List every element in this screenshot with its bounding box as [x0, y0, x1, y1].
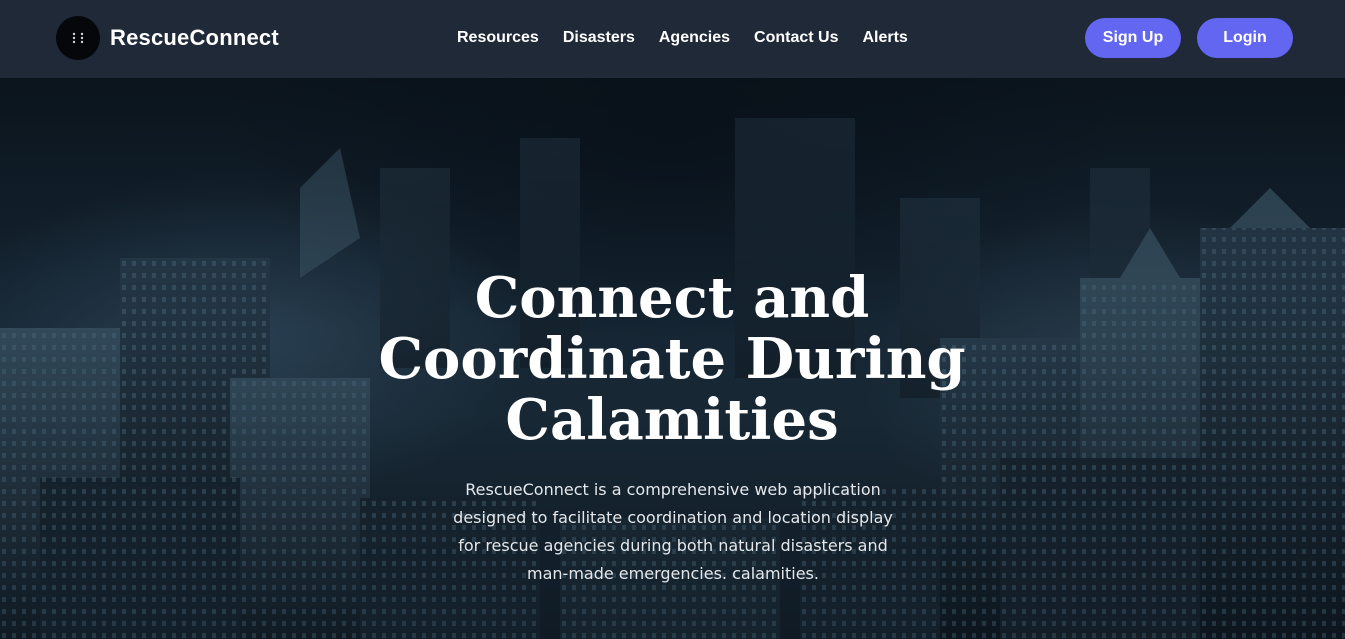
page: RescueConnect Resources Disasters Agenci…	[0, 0, 1345, 639]
nav-link-alerts[interactable]: Alerts	[862, 29, 907, 47]
nav-link-resources[interactable]: Resources	[457, 29, 539, 47]
nav-link-contact-us[interactable]: Contact Us	[754, 29, 838, 47]
nav-link-agencies[interactable]: Agencies	[659, 29, 730, 47]
brand-logo[interactable]: RescueConnect	[56, 16, 279, 60]
hero-section: Connect and Coordinate During Calamities…	[0, 78, 1345, 639]
hero-title: Connect and Coordinate During Calamities	[378, 265, 966, 453]
nav-link-disasters[interactable]: Disasters	[563, 29, 635, 47]
hero-description: RescueConnect is a comprehensive web app…	[453, 480, 893, 583]
brand-name: RescueConnect	[110, 25, 279, 50]
top-navbar: RescueConnect Resources Disasters Agenci…	[0, 0, 1345, 78]
grid-dots-icon	[56, 16, 100, 60]
login-button[interactable]: Login	[1197, 18, 1293, 58]
main-nav: Resources Disasters Agencies Contact Us …	[457, 29, 908, 47]
sign-up-button[interactable]: Sign Up	[1085, 18, 1181, 58]
